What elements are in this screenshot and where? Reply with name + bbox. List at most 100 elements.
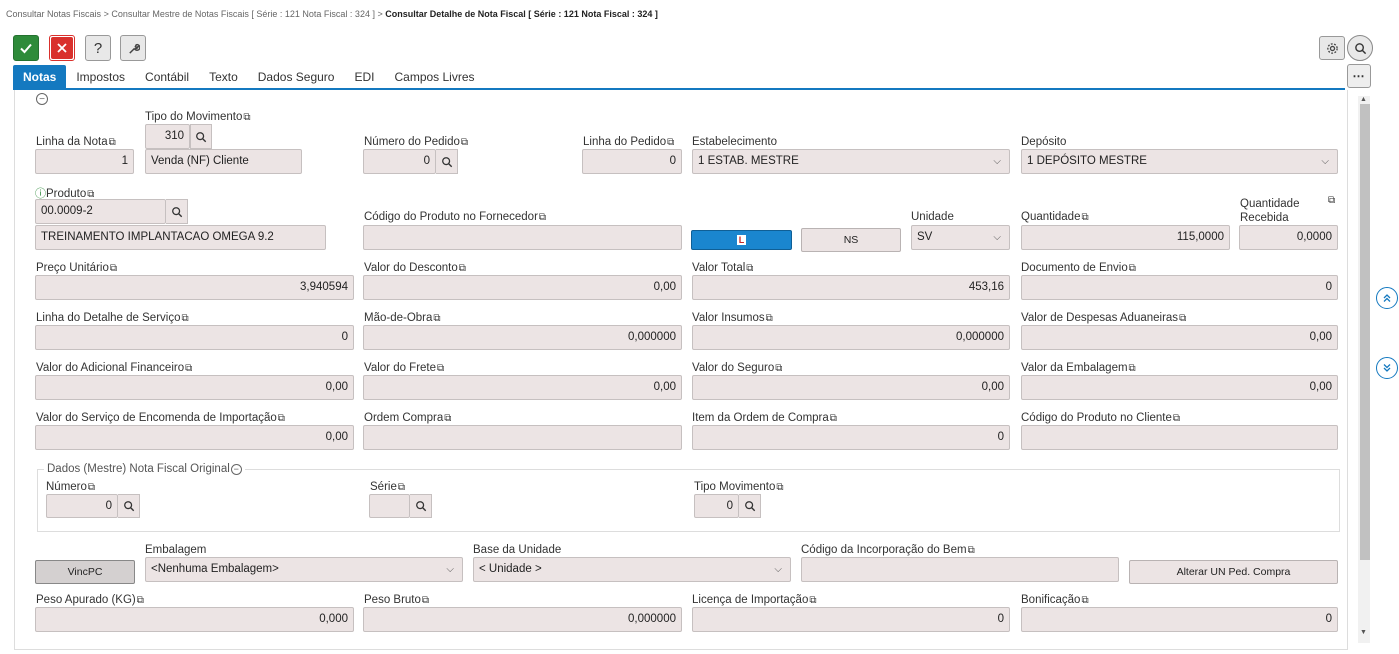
tab-edi[interactable]: EDI [344, 65, 384, 88]
tipo-movimento-code-field[interactable]: 310 [145, 124, 190, 149]
ns-button[interactable]: NS [801, 228, 901, 252]
tools-button[interactable] [120, 35, 146, 61]
cancel-button[interactable] [49, 35, 75, 61]
unidade-select[interactable]: SV ⌵ [911, 225, 1010, 250]
copy-icon[interactable]: ⧉ [809, 595, 816, 606]
copy-icon[interactable]: ⧉ [437, 363, 444, 374]
copy-icon[interactable]: ⧉ [775, 363, 782, 374]
item-ordem-compra-field[interactable]: 0 [692, 425, 1010, 450]
produto-code-field[interactable]: 00.0009-2 [35, 199, 166, 224]
copy-icon[interactable]: ⧉ [110, 263, 117, 274]
preco-unitario-field[interactable]: 3,940594 [35, 275, 354, 300]
copy-icon[interactable]: ⧉ [459, 263, 466, 274]
numero-pedido-field[interactable]: 0 [363, 149, 436, 174]
codigo-incorporacao-field[interactable] [801, 557, 1119, 582]
produto-desc-field[interactable]: TREINAMENTO IMPLANTACAO OMEGA 9.2 [35, 225, 326, 250]
l-button[interactable]: L [691, 230, 792, 250]
copy-icon[interactable]: ⧉ [433, 313, 440, 324]
valor-adicional-financeiro-field[interactable]: 0,00 [35, 375, 354, 400]
nf-tipo-movimento-search-button[interactable] [739, 494, 761, 518]
valor-frete-field[interactable]: 0,00 [363, 375, 682, 400]
scroll-top-button[interactable] [1376, 287, 1398, 309]
global-search-button[interactable] [1347, 35, 1373, 61]
copy-icon[interactable]: ⧉ [1179, 313, 1186, 324]
copy-icon[interactable]: ⧉ [1173, 413, 1180, 424]
copy-icon[interactable]: ⧉ [968, 545, 975, 556]
copy-icon[interactable]: ⧉ [1129, 263, 1136, 274]
copy-icon[interactable]: ⧉ [444, 413, 451, 424]
base-unidade-select[interactable]: < Unidade > ⌵ [473, 557, 791, 582]
estabelecimento-select[interactable]: 1 ESTAB. MESTRE ⌵ [692, 149, 1010, 174]
codigo-fornecedor-field[interactable] [363, 225, 682, 250]
numero-pedido-search-button[interactable] [436, 149, 458, 174]
copy-icon[interactable]: ⧉ [830, 413, 837, 424]
copy-icon[interactable]: ⧉ [1081, 212, 1088, 223]
nf-numero-search-button[interactable] [118, 494, 140, 518]
tab-texto[interactable]: Texto [199, 65, 248, 88]
scroll-up-arrow-icon[interactable]: ▲ [1360, 96, 1367, 103]
copy-icon[interactable]: ⧉ [88, 482, 95, 493]
valor-insumos-field[interactable]: 0,000000 [692, 325, 1010, 350]
breadcrumb-link-consultar-notas[interactable]: Consultar Notas Fiscais [6, 9, 101, 19]
copy-icon[interactable]: ⧉ [461, 137, 468, 148]
peso-apurado-field[interactable]: 0,000 [35, 607, 354, 632]
copy-icon[interactable]: ⧉ [667, 137, 674, 148]
confirm-button[interactable] [13, 35, 39, 61]
tab-contabil[interactable]: Contábil [135, 65, 199, 88]
collapse-icon[interactable]: − [230, 464, 242, 475]
more-options-button[interactable]: ⋯ [1347, 64, 1371, 88]
copy-icon[interactable]: ⧉ [1081, 595, 1088, 606]
copy-icon[interactable]: ⧉ [185, 363, 192, 374]
copy-icon[interactable]: ⧉ [766, 313, 773, 324]
help-button[interactable]: ? [85, 35, 111, 61]
nf-serie-field[interactable] [369, 494, 410, 518]
valor-total-field[interactable]: 453,16 [692, 275, 1010, 300]
breadcrumb-link-consultar-mestre[interactable]: Consultar Mestre de Notas Fiscais [ Séri… [111, 9, 375, 19]
quantidade-recebida-field[interactable]: 0,0000 [1239, 225, 1338, 250]
copy-icon[interactable]: ⧉ [746, 263, 753, 274]
vincpc-button[interactable]: VincPC [35, 560, 135, 584]
copy-icon[interactable]: ⧉ [1328, 195, 1335, 206]
copy-icon[interactable]: ⧉ [137, 595, 144, 606]
tab-impostos[interactable]: Impostos [66, 65, 135, 88]
tipo-movimento-search-button[interactable] [190, 124, 212, 149]
settings-button[interactable] [1319, 36, 1345, 60]
valor-embalagem-field[interactable]: 0,00 [1021, 375, 1338, 400]
nf-numero-field[interactable]: 0 [46, 494, 118, 518]
mao-obra-field[interactable]: 0,000000 [363, 325, 682, 350]
copy-icon[interactable]: ⧉ [422, 595, 429, 606]
licenca-importacao-field[interactable]: 0 [692, 607, 1010, 632]
documento-envio-field[interactable]: 0 [1021, 275, 1338, 300]
copy-icon[interactable]: ⧉ [278, 413, 285, 424]
scrollbar-thumb[interactable] [1360, 104, 1370, 560]
scroll-bottom-button[interactable] [1376, 357, 1398, 379]
codigo-produto-cliente-field[interactable] [1021, 425, 1338, 450]
nf-tipo-movimento-field[interactable]: 0 [694, 494, 739, 518]
copy-icon[interactable]: ⧉ [398, 482, 405, 493]
embalagem-select[interactable]: <Nenhuma Embalagem> ⌵ [145, 557, 463, 582]
valor-servico-encomenda-field[interactable]: 0,00 [35, 425, 354, 450]
tab-notas[interactable]: Notas [13, 65, 67, 88]
tipo-movimento-desc-field[interactable]: Venda (NF) Cliente [145, 149, 302, 174]
copy-icon[interactable]: ⧉ [776, 482, 783, 493]
copy-icon[interactable]: ⧉ [109, 137, 116, 148]
alterar-un-ped-compra-button[interactable]: Alterar UN Ped. Compra [1129, 560, 1338, 584]
copy-icon[interactable]: ⧉ [539, 212, 546, 223]
linha-pedido-field[interactable]: 0 [582, 149, 682, 174]
copy-icon[interactable]: ⧉ [1129, 363, 1136, 374]
linha-nota-field[interactable]: 1 [35, 149, 134, 174]
peso-bruto-field[interactable]: 0,000000 [363, 607, 682, 632]
bonificacao-field[interactable]: 0 [1021, 607, 1338, 632]
nf-serie-search-button[interactable] [410, 494, 432, 518]
valor-seguro-field[interactable]: 0,00 [692, 375, 1010, 400]
linha-detalhe-servico-field[interactable]: 0 [35, 325, 354, 350]
valor-despesas-aduaneiras-field[interactable]: 0,00 [1021, 325, 1338, 350]
deposito-select[interactable]: 1 DEPÓSITO MESTRE ⌵ [1021, 149, 1338, 174]
copy-icon[interactable]: ⧉ [182, 313, 189, 324]
collapse-section-icon[interactable]: − [36, 93, 48, 105]
tab-campos-livres[interactable]: Campos Livres [384, 65, 484, 88]
quantidade-field[interactable]: 115,0000 [1021, 225, 1230, 250]
copy-icon[interactable]: ⧉ [243, 112, 250, 123]
tab-dados-seguro[interactable]: Dados Seguro [248, 65, 345, 88]
ordem-compra-field[interactable] [363, 425, 682, 450]
